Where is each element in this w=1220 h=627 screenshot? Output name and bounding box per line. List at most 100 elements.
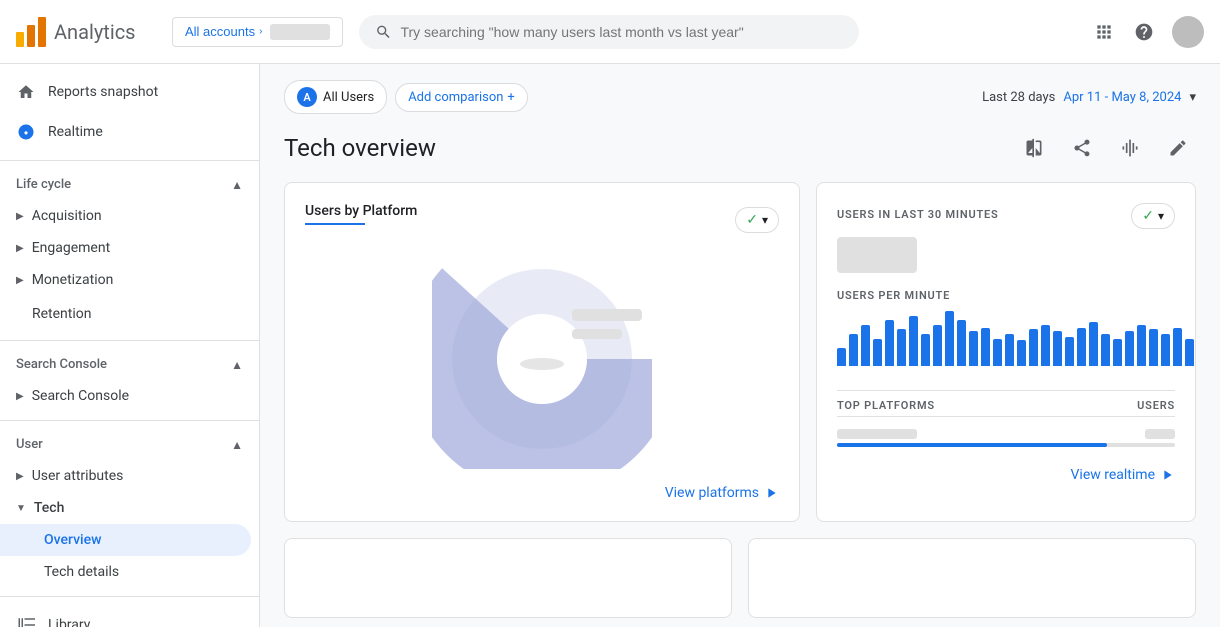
sidebar-item-tech[interactable]: ▼ Tech (0, 492, 259, 524)
arrow-right-icon (1159, 467, 1175, 483)
avatar[interactable] (1172, 16, 1204, 48)
bar (921, 334, 930, 366)
bar (1077, 328, 1086, 367)
pie-chart-container (305, 245, 779, 473)
accounts-button[interactable]: All accounts › (172, 17, 343, 47)
filter-bar: A All Users Add comparison + (284, 80, 528, 114)
platform-table: TOP PLATFORMS USERS (837, 399, 1175, 455)
search-icon (375, 23, 392, 41)
users-realtime-card: USERS IN LAST 30 MINUTES ✓ ▾ USERS PER M… (816, 182, 1196, 522)
lifecycle-section-header[interactable]: Life cycle ▲ (0, 169, 259, 200)
sidebar-item-acquisition[interactable]: ▶ Acquisition (0, 200, 259, 232)
add-comparison-button[interactable]: Add comparison + (395, 83, 528, 112)
sidebar-item-reports-snapshot[interactable]: Reports snapshot (0, 72, 251, 112)
bar-chart (837, 306, 1175, 366)
bar (1113, 339, 1122, 367)
sidebar-item-retention[interactable]: Retention (0, 296, 251, 332)
user-section-header[interactable]: User ▲ (0, 429, 259, 460)
date-range: Last 28 days Apr 11 - May 8, 2024 ▾ (982, 90, 1196, 105)
sidebar-item-library[interactable]: Library (0, 605, 251, 627)
platform-count-blurred (1145, 429, 1175, 439)
all-users-filter[interactable]: A All Users (284, 80, 387, 114)
bar (969, 331, 978, 366)
title-actions (1016, 130, 1196, 166)
layout: Reports snapshot ● Realtime Life cycle ▲… (0, 64, 1220, 627)
chevron-down-icon: ▼ (16, 503, 26, 514)
sidebar-item-search-console[interactable]: ▶ Search Console (0, 380, 259, 412)
bar (837, 348, 846, 366)
page-title-row: Tech overview (260, 122, 1220, 182)
bar (1017, 340, 1026, 366)
bar (1065, 337, 1074, 366)
bar (849, 334, 858, 366)
compare-icon[interactable] (1016, 130, 1052, 166)
edit-icon[interactable] (1160, 130, 1196, 166)
chevron-up-icon: ▲ (231, 438, 243, 452)
main-content: A All Users Add comparison + Last 28 day… (260, 64, 1220, 627)
sidebar-item-tech-details[interactable]: Tech details (0, 556, 251, 588)
chevron-right-icon: ▶ (16, 211, 24, 222)
sidebar-item-overview[interactable]: Overview (0, 524, 251, 556)
arrow-right-icon (763, 485, 779, 501)
card2-header: USERS IN LAST 30 MINUTES ✓ ▾ (837, 203, 1175, 229)
chevron-right-icon: ▶ (16, 471, 24, 482)
card1-underline (305, 223, 365, 225)
bar (1125, 331, 1134, 366)
help-icon[interactable] (1132, 20, 1156, 44)
bar (1053, 331, 1062, 366)
grid-icon[interactable] (1092, 20, 1116, 44)
bar (885, 320, 894, 366)
logo-text: Analytics (54, 20, 136, 44)
sidebar-item-user-attributes[interactable]: ▶ User attributes (0, 460, 259, 492)
user-dot: A (297, 87, 317, 107)
bar (1185, 339, 1194, 367)
card2-filter-button[interactable]: ✓ ▾ (1131, 203, 1175, 229)
chevron-right-icon: › (259, 26, 262, 37)
pie-chart (432, 249, 652, 469)
home-icon (16, 82, 36, 102)
bar (1029, 329, 1038, 366)
platform-bar-row (837, 443, 1175, 447)
page-title: Tech overview (284, 134, 436, 162)
account-name-placeholder (270, 24, 330, 40)
view-realtime-link[interactable]: View realtime (1071, 455, 1175, 483)
sidebar-item-monetization[interactable]: ▶ Monetization (0, 264, 259, 296)
bottom-card-2 (748, 538, 1196, 618)
realtime-icon: ● (16, 122, 36, 142)
search-console-section-header[interactable]: Search Console ▲ (0, 349, 259, 380)
users-per-minute-label: USERS PER MINUTE (837, 289, 1175, 302)
bar (1173, 328, 1182, 367)
search-input[interactable] (400, 24, 843, 40)
search-bar[interactable] (359, 15, 859, 49)
chevron-right-icon: ▶ (16, 243, 24, 254)
divider (837, 390, 1175, 391)
chevron-up-icon: ▲ (231, 178, 243, 192)
insights-icon[interactable] (1112, 130, 1148, 166)
library-icon (16, 615, 36, 627)
users-by-platform-card: Users by Platform ✓ ▾ (284, 182, 800, 522)
card1-title: Users by Platform (305, 203, 417, 219)
chevron-up-icon: ▲ (231, 358, 243, 372)
bar (909, 316, 918, 366)
bar (993, 339, 1002, 367)
bar (1041, 325, 1050, 366)
users-count-blurred (837, 237, 917, 273)
bar (1137, 325, 1146, 366)
bar (981, 328, 990, 367)
share-icon[interactable] (1064, 130, 1100, 166)
sidebar: Reports snapshot ● Realtime Life cycle ▲… (0, 64, 260, 627)
sidebar-item-realtime[interactable]: ● Realtime (0, 112, 251, 152)
topbar-right (1092, 16, 1204, 48)
bottom-cards-row (260, 538, 1220, 627)
check-icon: ✓ (746, 212, 758, 228)
view-platforms-link[interactable]: View platforms (665, 473, 779, 501)
bar (1089, 322, 1098, 366)
card1-filter-button[interactable]: ✓ ▾ (735, 207, 779, 233)
bar (957, 320, 966, 366)
platform-bar-fill (837, 443, 1107, 447)
main-header: A All Users Add comparison + Last 28 day… (260, 64, 1220, 122)
sidebar-item-engagement[interactable]: ▶ Engagement (0, 232, 259, 264)
chevron-down-icon[interactable]: ▾ (1189, 90, 1196, 105)
chevron-down-icon: ▾ (1158, 209, 1164, 223)
bottom-card-1 (284, 538, 732, 618)
